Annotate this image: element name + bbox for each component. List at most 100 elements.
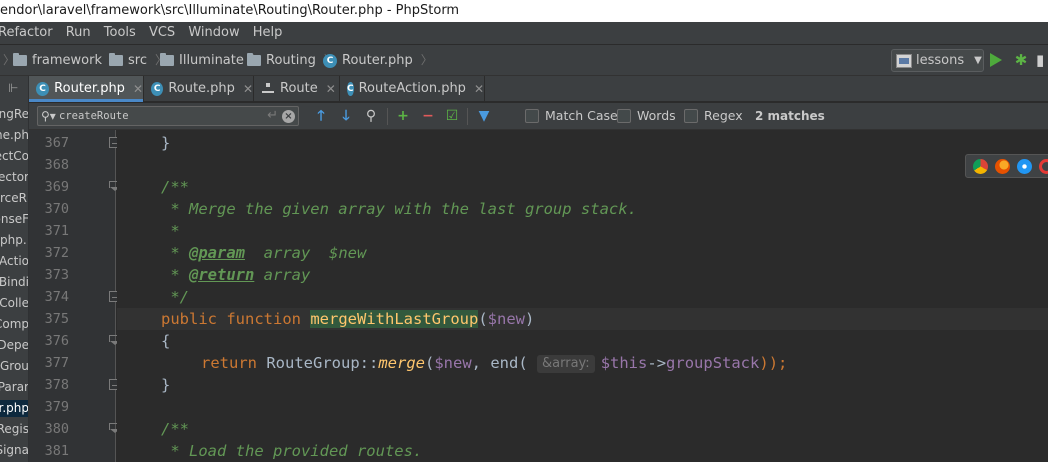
search-history-icon[interactable]: ⚲▾ xyxy=(41,109,59,123)
project-tree-item[interactable]: onseF xyxy=(0,211,28,228)
tab-label: Route.php xyxy=(168,81,235,96)
regex-checkbox[interactable] xyxy=(684,109,698,123)
project-tree-item[interactable]: Depe xyxy=(0,337,28,354)
close-icon[interactable]: ✕ xyxy=(243,76,253,102)
line-number: 377 xyxy=(44,355,69,371)
safari-icon[interactable] xyxy=(1017,159,1032,174)
project-tree-item[interactable]: Grou xyxy=(0,358,28,375)
more-toolbar-icon[interactable]: ▮ xyxy=(1036,51,1048,69)
words-checkbox[interactable] xyxy=(617,109,631,123)
previous-occurrence-icon[interactable]: 🡑 xyxy=(312,107,330,125)
menu-window[interactable]: Window xyxy=(188,22,239,44)
run-icon[interactable] xyxy=(990,53,1002,67)
match-count: 2 matches xyxy=(755,109,825,123)
project-tree-item[interactable]: ector. xyxy=(0,169,28,186)
close-icon[interactable]: ✕ xyxy=(474,76,484,102)
breadcrumb-src[interactable]: src 〉 xyxy=(109,45,167,76)
project-tree-item[interactable]: Actio xyxy=(0,253,28,270)
breadcrumb-router-php[interactable]: C Router.php 〉 xyxy=(323,45,433,76)
tab-router-php[interactable]: C Router.php ✕ xyxy=(29,76,144,102)
close-icon[interactable]: ✕ xyxy=(133,76,143,102)
add-occurrence-icon[interactable]: + xyxy=(394,107,412,125)
folder-icon xyxy=(13,53,27,66)
project-tree-item[interactable]: Bindi xyxy=(0,274,28,291)
remove-occurrence-icon[interactable]: − xyxy=(419,107,437,125)
code-token: } xyxy=(161,134,171,152)
search-input[interactable] xyxy=(59,107,249,125)
line-number: 369 xyxy=(44,179,69,195)
chrome-icon[interactable] xyxy=(973,159,988,174)
code-token: array xyxy=(254,266,311,284)
code-token: -> xyxy=(647,354,667,372)
firefox-icon[interactable] xyxy=(995,159,1010,174)
code-line-369: /** xyxy=(161,176,189,198)
variable-token: $new xyxy=(487,310,525,328)
project-tree-item[interactable]: Signa xyxy=(0,442,28,459)
code-line-378: } xyxy=(161,374,170,396)
match-case-label: Match Case xyxy=(545,108,618,123)
filter-icon[interactable]: ▼ xyxy=(475,107,493,125)
variable-token: $this xyxy=(600,354,648,372)
menu-help[interactable]: Help xyxy=(253,22,283,44)
php-class-icon: C xyxy=(36,82,50,96)
tab-routeaction-php[interactable]: C RouteAction.php ✕ xyxy=(340,76,485,102)
run-configuration-select[interactable]: lessons ▼ xyxy=(891,49,984,72)
menu-tools[interactable]: Tools xyxy=(104,22,136,44)
project-tree-item[interactable]: Colle xyxy=(0,295,28,312)
structure-icon xyxy=(261,82,275,96)
opera-icon[interactable] xyxy=(1039,159,1048,174)
next-occurrence-icon[interactable]: 🡓 xyxy=(337,107,355,125)
hide-panel-icon[interactable]: ⊩ xyxy=(8,82,22,94)
line-number: 378 xyxy=(44,377,69,393)
code-token: RouteGroup:: xyxy=(257,354,379,372)
breadcrumb-label: Routing xyxy=(266,53,316,68)
menu-refactor[interactable]: Refactor xyxy=(0,22,53,44)
menu-vcs[interactable]: VCS xyxy=(149,22,175,44)
menu-run[interactable]: Run xyxy=(66,22,91,44)
keyword-token: function xyxy=(226,310,301,328)
tab-route-structure[interactable]: Route ✕ xyxy=(254,76,340,102)
project-tree-item[interactable]: Parar xyxy=(0,379,28,396)
project-tree-item-selected[interactable]: r.php xyxy=(0,400,28,417)
line-number: 371 xyxy=(44,223,69,239)
project-tree-item[interactable]: rceR xyxy=(0,190,28,207)
line-number: 374 xyxy=(44,289,69,305)
project-tree-item[interactable]: ngRe xyxy=(0,106,28,123)
code-editor[interactable]: } /** * Merge the given array with the l… xyxy=(117,130,1048,462)
folder-icon xyxy=(160,53,174,66)
breadcrumb-label: Illuminate xyxy=(179,53,244,68)
code-token: * xyxy=(161,222,180,240)
project-tree-item[interactable]: ectCo xyxy=(0,148,28,165)
breadcrumb-framework[interactable]: framework 〉 xyxy=(13,45,122,76)
keyword-token: return xyxy=(201,354,257,372)
breadcrumb-label: framework xyxy=(32,53,103,68)
code-line-381: * Load the provided routes. xyxy=(161,440,422,462)
debug-icon[interactable]: ✱ xyxy=(1013,51,1029,69)
code-token: * xyxy=(161,266,189,284)
folder-icon xyxy=(247,53,261,66)
code-token: * Load the provided routes. xyxy=(161,442,423,460)
line-number: 379 xyxy=(44,399,69,415)
tab-route-php[interactable]: C Route.php ✕ xyxy=(144,76,254,102)
parameter-hint: &array: xyxy=(537,355,595,373)
clear-search-icon[interactable]: × xyxy=(282,110,295,123)
editor-gutter[interactable]: 367 368 369 370 371 372 373 374 375 376 … xyxy=(29,130,121,462)
function-name-token: mergeWithLastGroup xyxy=(310,310,479,328)
select-all-occurrences-icon[interactable]: ☑ xyxy=(443,107,461,125)
line-number: 380 xyxy=(44,421,69,437)
code-token: ( xyxy=(425,354,435,372)
code-token: array $new xyxy=(245,244,367,262)
match-case-checkbox[interactable] xyxy=(525,109,539,123)
chevron-down-icon: ▼ xyxy=(974,55,982,66)
project-tree-item[interactable]: Regis xyxy=(0,421,28,438)
code-line-376: { xyxy=(161,330,170,352)
line-number: 368 xyxy=(44,157,69,173)
project-tree-item[interactable]: Comp xyxy=(0,316,28,333)
project-tree-item[interactable]: .php xyxy=(0,232,28,249)
close-icon[interactable]: ✕ xyxy=(326,76,336,102)
project-tree-item[interactable]: ne.ph xyxy=(0,127,28,144)
tab-label: RouteAction.php xyxy=(358,81,466,96)
newline-icon[interactable]: ↵ xyxy=(267,107,278,125)
words-label: Words xyxy=(637,108,676,123)
find-all-icon[interactable]: ⚲ xyxy=(362,107,380,125)
